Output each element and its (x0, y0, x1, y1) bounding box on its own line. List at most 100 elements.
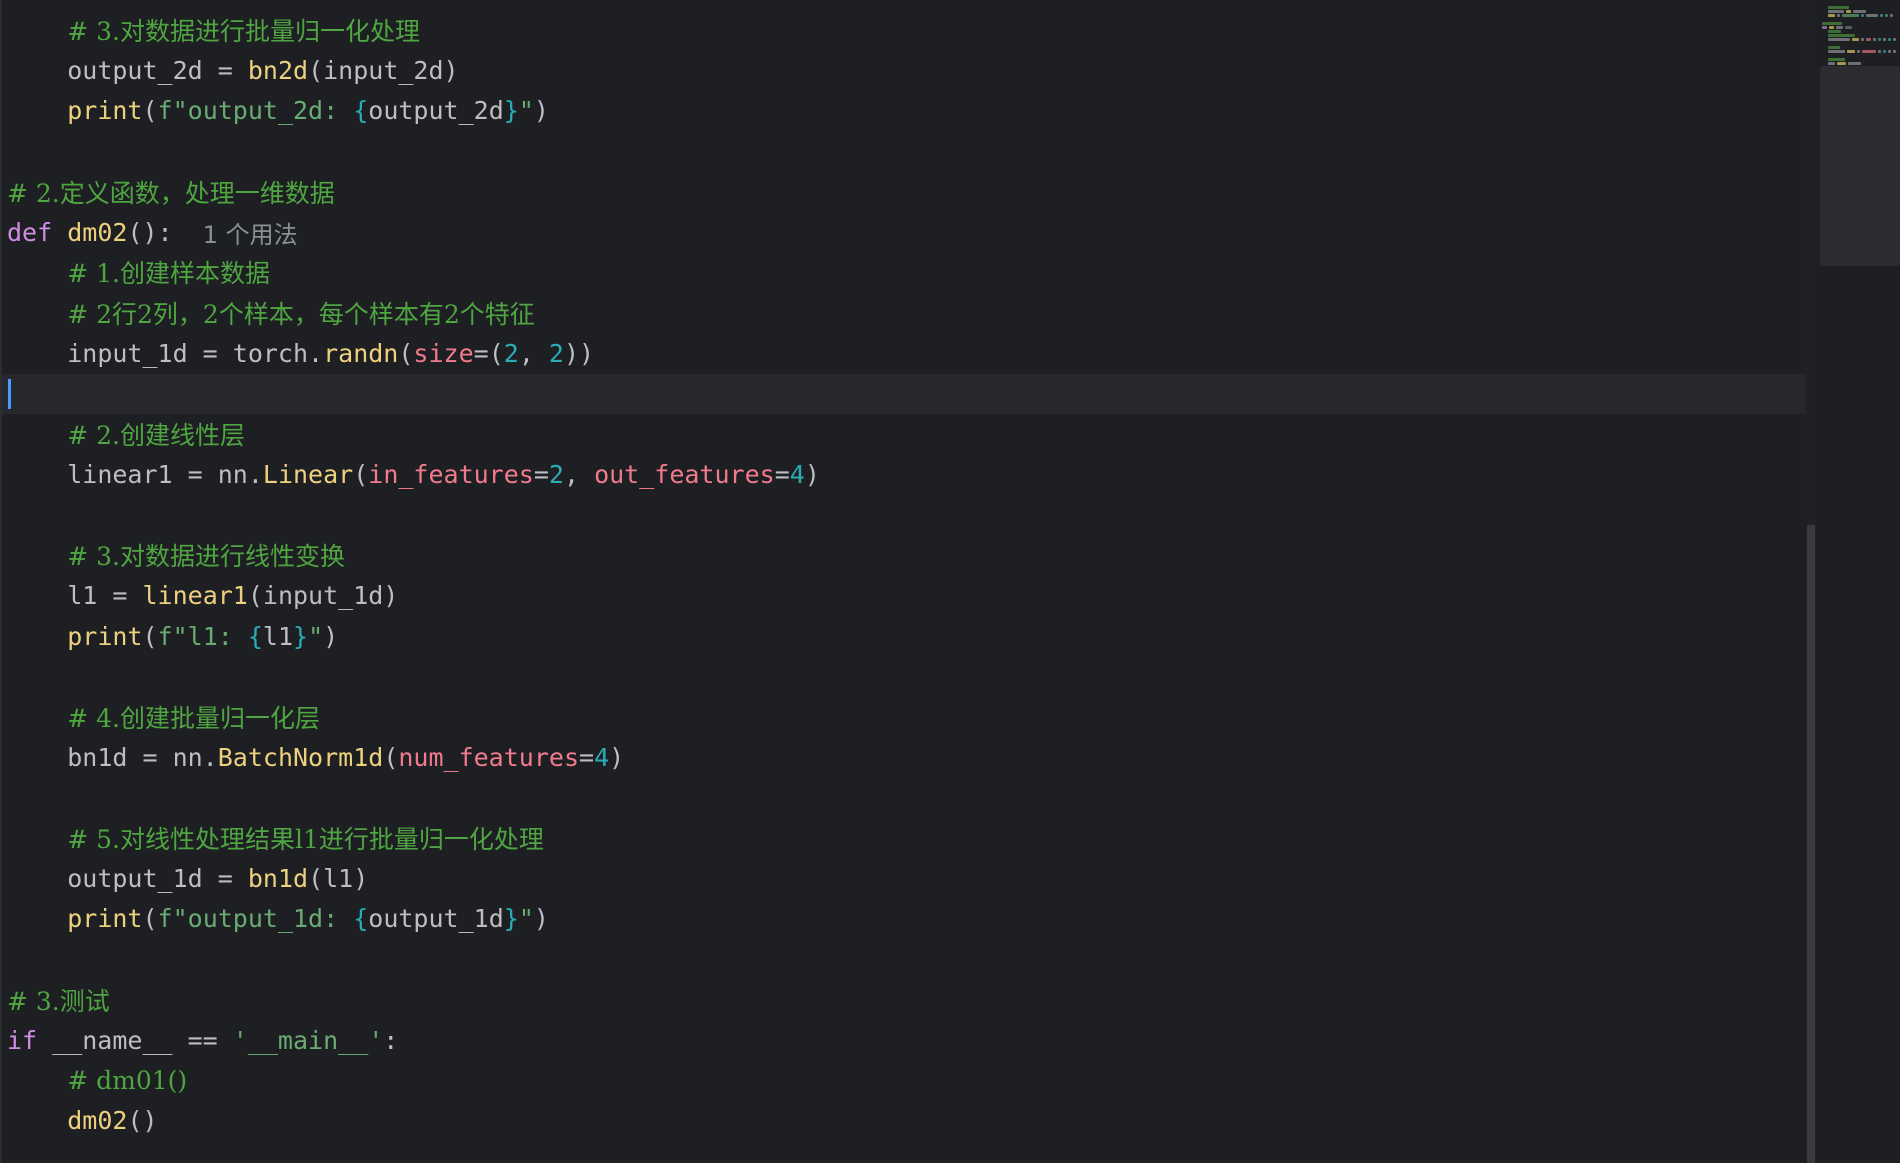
code-comment: # dm01() (67, 1065, 188, 1095)
code-line[interactable]: # 1.创建样本数据 (2, 252, 1809, 292)
code-string: f"l1: (157, 621, 248, 651)
minimap-line (1893, 38, 1896, 41)
code-comment: # 2.创建线性层 (67, 421, 245, 450)
code-line[interactable]: linear1 = nn. Linear(in_features = 2, out_f… (2, 454, 1809, 494)
code-line[interactable]: bn1d = nn. BatchNorm1d(num_features = 4) (2, 737, 1809, 777)
code-line[interactable]: # 4.创建批量归一化层 (2, 697, 1809, 737)
minimap-line (1828, 14, 1835, 17)
code-text: ( (142, 904, 158, 934)
minimap-line (1828, 6, 1849, 9)
code-line[interactable]: def dm02 (): 1 个用法 (2, 212, 1809, 252)
code-text: () (127, 1106, 158, 1136)
code-text: linear1 = nn. (67, 459, 263, 489)
vertical-scrollbar-thumb[interactable] (1807, 525, 1815, 1163)
code-line[interactable]: dm02() (2, 1101, 1809, 1141)
code-string: f"output_1d: (157, 904, 354, 934)
code-string: f"output_2d: (157, 96, 354, 126)
minimap-line (1828, 38, 1850, 41)
minimap-line (1857, 50, 1860, 53)
code-text: ) (804, 459, 820, 489)
code-text: : (383, 1025, 399, 1055)
code-text: (l1) (308, 863, 369, 893)
code-function-name: linear1 (142, 581, 248, 611)
minimap-line (1837, 62, 1846, 65)
minimap-line (1847, 50, 1855, 53)
minimap-line (1853, 10, 1866, 13)
code-line[interactable]: # 2行2列，2个样本，每个样本有2个特征 (2, 293, 1809, 333)
code-brace: { (353, 96, 369, 126)
minimap-line (1828, 46, 1840, 49)
code-text: (): (127, 217, 203, 247)
code-line[interactable]: # 2.创建线性层 (2, 414, 1809, 454)
code-comment: # 2行2列，2个样本，每个样本有2个特征 (67, 299, 535, 329)
code-editor[interactable]: # 3.对数据进行批量归一化处理 output_2d = bn2d (input_… (0, 0, 1809, 1163)
minimap-line (1828, 50, 1845, 53)
code-number: 4 (789, 459, 805, 489)
minimap-line (1828, 34, 1855, 37)
code-line[interactable]: # 5.对线性处理结果l1进行批量归一化处理 (2, 818, 1809, 858)
code-number: 2 (548, 338, 564, 368)
code-comment: # 3.测试 (7, 986, 110, 1016)
code-line[interactable]: # dm01() (2, 1060, 1809, 1100)
code-line[interactable] (2, 939, 1809, 979)
current-line[interactable] (2, 373, 1809, 414)
minimap-line (1880, 14, 1883, 17)
minimap-line (1873, 38, 1876, 41)
code-function-name: print (67, 621, 143, 651)
minimap-line (1878, 38, 1881, 41)
minimap-line (1890, 14, 1893, 17)
code-line[interactable] (2, 778, 1809, 818)
code-line[interactable]: print(f"output_1d: {output_1d} ") (2, 899, 1809, 939)
code-line[interactable]: output_1d = bn1d (l1) (2, 858, 1809, 898)
code-line[interactable]: print(f"output_2d: {output_2d} ") (2, 91, 1809, 131)
code-line[interactable]: input_1d = torch. randn(size =(2, 2)) (2, 333, 1809, 373)
code-line[interactable]: output_2d = bn2d (input_2d) (2, 50, 1809, 90)
code-line[interactable]: # 2.定义函数，处理一维数据 (2, 172, 1809, 212)
code-line[interactable]: if __name__ == '__main__': (2, 1020, 1809, 1060)
code-text: output_2d (368, 96, 504, 126)
code-brace: } (293, 621, 309, 651)
minimap-line (1893, 50, 1896, 53)
code-text: ( (142, 621, 158, 651)
code-line[interactable]: # 3.对数据进行批量归一化处理 (2, 10, 1809, 50)
code-parameter: out_features (594, 459, 775, 489)
code-function-name: BatchNorm1d (217, 742, 384, 772)
code-line[interactable]: # 3.对数据进行线性变换 (2, 535, 1809, 575)
code-text: output_1d = (67, 863, 248, 893)
code-text: output_1d (368, 904, 504, 934)
code-number: 2 (503, 338, 519, 368)
code-comment: # 2.定义函数，处理一维数据 (7, 178, 335, 208)
code-line[interactable] (2, 495, 1809, 535)
minimap-viewport[interactable] (1820, 66, 1900, 266)
minimap-line (1829, 26, 1834, 29)
code-line[interactable]: # 3.测试 (2, 980, 1809, 1020)
code-line[interactable] (2, 656, 1809, 696)
code-text: ) (609, 742, 625, 772)
code-line[interactable] (2, 131, 1809, 171)
code-line[interactable]: l1 = linear1 (input_1d) (2, 576, 1809, 616)
minimap-line (1828, 62, 1835, 65)
minimap-line (1837, 14, 1840, 17)
code-text: =( (473, 338, 504, 368)
minimap-line (1885, 14, 1888, 17)
code-string: " (518, 96, 534, 126)
minimap-line (1888, 50, 1891, 53)
text-caret (8, 378, 11, 409)
code-line[interactable]: print(f"l1: {l1} ") (2, 616, 1809, 656)
code-text: = (579, 742, 595, 772)
code-text: input_1d = torch. (67, 338, 324, 368)
minimap-line (1845, 26, 1852, 29)
usage-inlay-hint[interactable]: 1 个用法 (203, 215, 298, 250)
code-text: bn1d = nn. (67, 742, 218, 772)
minimap-line (1828, 10, 1844, 13)
code-number: 2 (548, 459, 564, 489)
